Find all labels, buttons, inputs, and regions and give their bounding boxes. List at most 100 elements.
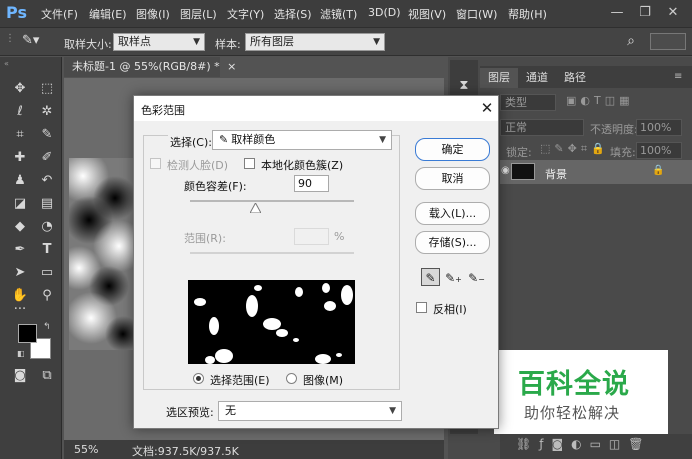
menu-view[interactable]: 视图(V): [408, 6, 446, 22]
dialog-titlebar[interactable]: [134, 96, 498, 121]
menu-type[interactable]: 文字(Y): [227, 6, 264, 22]
eraser-tool-icon[interactable]: ◪: [9, 193, 31, 215]
eyedropper-sample-icon[interactable]: ✎: [421, 268, 440, 286]
document-title: 未标题-1 @ 55%(RGB/8#) *: [72, 60, 220, 73]
filter-kind-value: 类型: [505, 96, 527, 109]
tab-channels[interactable]: 通道: [518, 68, 556, 88]
fuzziness-slider-track[interactable]: [190, 200, 354, 202]
watermark-title: 百科全说: [518, 369, 630, 400]
layer-footer-icons[interactable]: ⛓ƒ◙◐▭◫🗑: [516, 437, 651, 451]
range-input[interactable]: [294, 228, 329, 245]
invert-checkbox[interactable]: [416, 302, 427, 313]
pen-tool-icon[interactable]: ✒: [9, 239, 31, 261]
fill-value: 100%: [640, 144, 672, 157]
menu-3d[interactable]: 3D(D): [368, 6, 401, 19]
type-tool-icon[interactable]: T: [36, 239, 58, 261]
marquee-tool-icon[interactable]: ⬚: [36, 78, 58, 100]
default-colors-icon[interactable]: ◧: [17, 349, 25, 358]
lock-icons[interactable]: ⬚✎✥⌗🔒: [540, 142, 609, 156]
search-icon[interactable]: ⌕: [622, 32, 640, 50]
menu-select[interactable]: 选择(S): [274, 6, 312, 22]
gradient-tool-icon[interactable]: ▤: [36, 193, 58, 215]
workspace-switcher[interactable]: [650, 33, 686, 50]
panel-menu-icon[interactable]: ≡: [674, 71, 682, 82]
select-dropdown[interactable]: ✎ 取样颜色 ▼: [212, 130, 392, 150]
blend-mode-select[interactable]: 正常: [500, 119, 584, 136]
eyedropper-add-icon[interactable]: ✎+: [444, 268, 463, 286]
detect-faces-checkbox[interactable]: [150, 158, 161, 169]
layer-thumbnail: [511, 163, 535, 180]
save-button[interactable]: 存储(S)...: [415, 231, 490, 254]
move-tool-icon[interactable]: ✥: [9, 78, 31, 100]
zoom-level[interactable]: 55%: [74, 443, 98, 456]
rectangle-tool-icon[interactable]: ▭: [36, 262, 58, 284]
preview-value: 无: [225, 404, 236, 417]
document-info: 文档:937.5K/937.5K: [132, 445, 239, 458]
path-selection-icon[interactable]: ➤: [9, 262, 31, 284]
dodge-tool-icon[interactable]: ◔: [36, 216, 58, 238]
eyedropper-subtract-icon[interactable]: ✎−: [467, 268, 486, 286]
sample-size-select[interactable]: 取样点 ▼: [113, 33, 205, 51]
menu-edit[interactable]: 编辑(E): [89, 6, 127, 22]
swap-colors-icon[interactable]: ↰: [43, 322, 51, 332]
tab-paths[interactable]: 路径: [556, 68, 594, 88]
watermark-subtitle: 助你轻松解决: [524, 404, 621, 422]
selection-radio[interactable]: [193, 373, 204, 384]
more-tools-icon[interactable]: ···: [9, 299, 31, 321]
status-bar: 55% 文档:937.5K/937.5K: [64, 440, 444, 459]
tab-layers[interactable]: 图层: [480, 68, 518, 88]
quick-mask-icon[interactable]: ◙: [9, 365, 31, 387]
history-panel-icon[interactable]: ⧗: [453, 75, 475, 97]
menu-layer[interactable]: 图层(L): [180, 6, 217, 22]
cancel-button[interactable]: 取消: [415, 167, 490, 190]
menu-help[interactable]: 帮助(H): [508, 6, 547, 22]
grip-icon: ⋮: [5, 33, 15, 44]
image-radio[interactable]: [286, 373, 297, 384]
preview-dropdown[interactable]: 无 ▼: [218, 401, 402, 421]
menu-window[interactable]: 窗口(W): [456, 6, 497, 22]
layer-name[interactable]: 背景: [545, 166, 567, 182]
range-label: 范围(R):: [184, 232, 226, 245]
document-tab[interactable]: 未标题-1 @ 55%(RGB/8#) * ×: [64, 57, 236, 77]
crop-tool-icon[interactable]: ⌗: [9, 124, 31, 146]
menu-file[interactable]: 文件(F): [41, 6, 78, 22]
restore-button[interactable]: ❐: [632, 4, 658, 22]
history-brush-icon[interactable]: ↶: [36, 170, 58, 192]
collapse-icon[interactable]: «: [4, 59, 9, 68]
detect-faces-label: 检测人脸(D): [167, 159, 229, 172]
menu-image[interactable]: 图像(I): [136, 6, 170, 22]
fuzziness-input[interactable]: 90: [294, 175, 329, 192]
localized-clusters-label: 本地化颜色簇(Z): [261, 159, 344, 172]
fuzziness-slider-thumb[interactable]: [250, 203, 262, 213]
stamp-tool-icon[interactable]: ♟: [9, 170, 31, 192]
eyedropper-icon[interactable]: ✎: [36, 124, 58, 146]
opacity-input[interactable]: 100%: [636, 119, 682, 136]
range-slider-track[interactable]: [190, 252, 354, 254]
zoom-tool-icon[interactable]: ⚲: [36, 285, 58, 307]
filter-icons[interactable]: ▣◐T◫▦: [566, 94, 634, 107]
eyedropper-tool-icon[interactable]: ✎▾: [22, 32, 44, 50]
close-tab-icon[interactable]: ×: [227, 60, 236, 73]
lock-label: 锁定:: [506, 146, 532, 159]
fill-label: 填充:: [610, 146, 636, 159]
sample-select[interactable]: 所有图层 ▼: [245, 33, 385, 51]
eyedropper-icon: ✎: [219, 133, 229, 146]
localized-clusters-checkbox[interactable]: [244, 158, 255, 169]
screen-mode-icon[interactable]: ⧉: [36, 365, 58, 387]
foreground-color-swatch[interactable]: [18, 324, 37, 343]
menu-filter[interactable]: 滤镜(T): [320, 6, 357, 22]
ok-button[interactable]: 确定: [415, 138, 490, 161]
magic-wand-icon[interactable]: ✲: [36, 101, 58, 123]
photoshop-logo: Ps: [6, 3, 27, 22]
lasso-tool-icon[interactable]: ℓ: [9, 101, 31, 123]
dialog-close-button[interactable]: ✕: [478, 98, 496, 118]
visibility-eye-icon[interactable]: ◉: [501, 165, 510, 176]
healing-brush-icon[interactable]: ✚: [9, 147, 31, 169]
minimize-button[interactable]: —: [604, 4, 630, 22]
close-button[interactable]: ✕: [660, 4, 686, 22]
brush-tool-icon[interactable]: ✐: [36, 147, 58, 169]
filter-kind-select[interactable]: 类型: [500, 94, 556, 111]
fill-input[interactable]: 100%: [636, 142, 682, 159]
load-button[interactable]: 载入(L)...: [415, 202, 490, 225]
blur-tool-icon[interactable]: ◆: [9, 216, 31, 238]
